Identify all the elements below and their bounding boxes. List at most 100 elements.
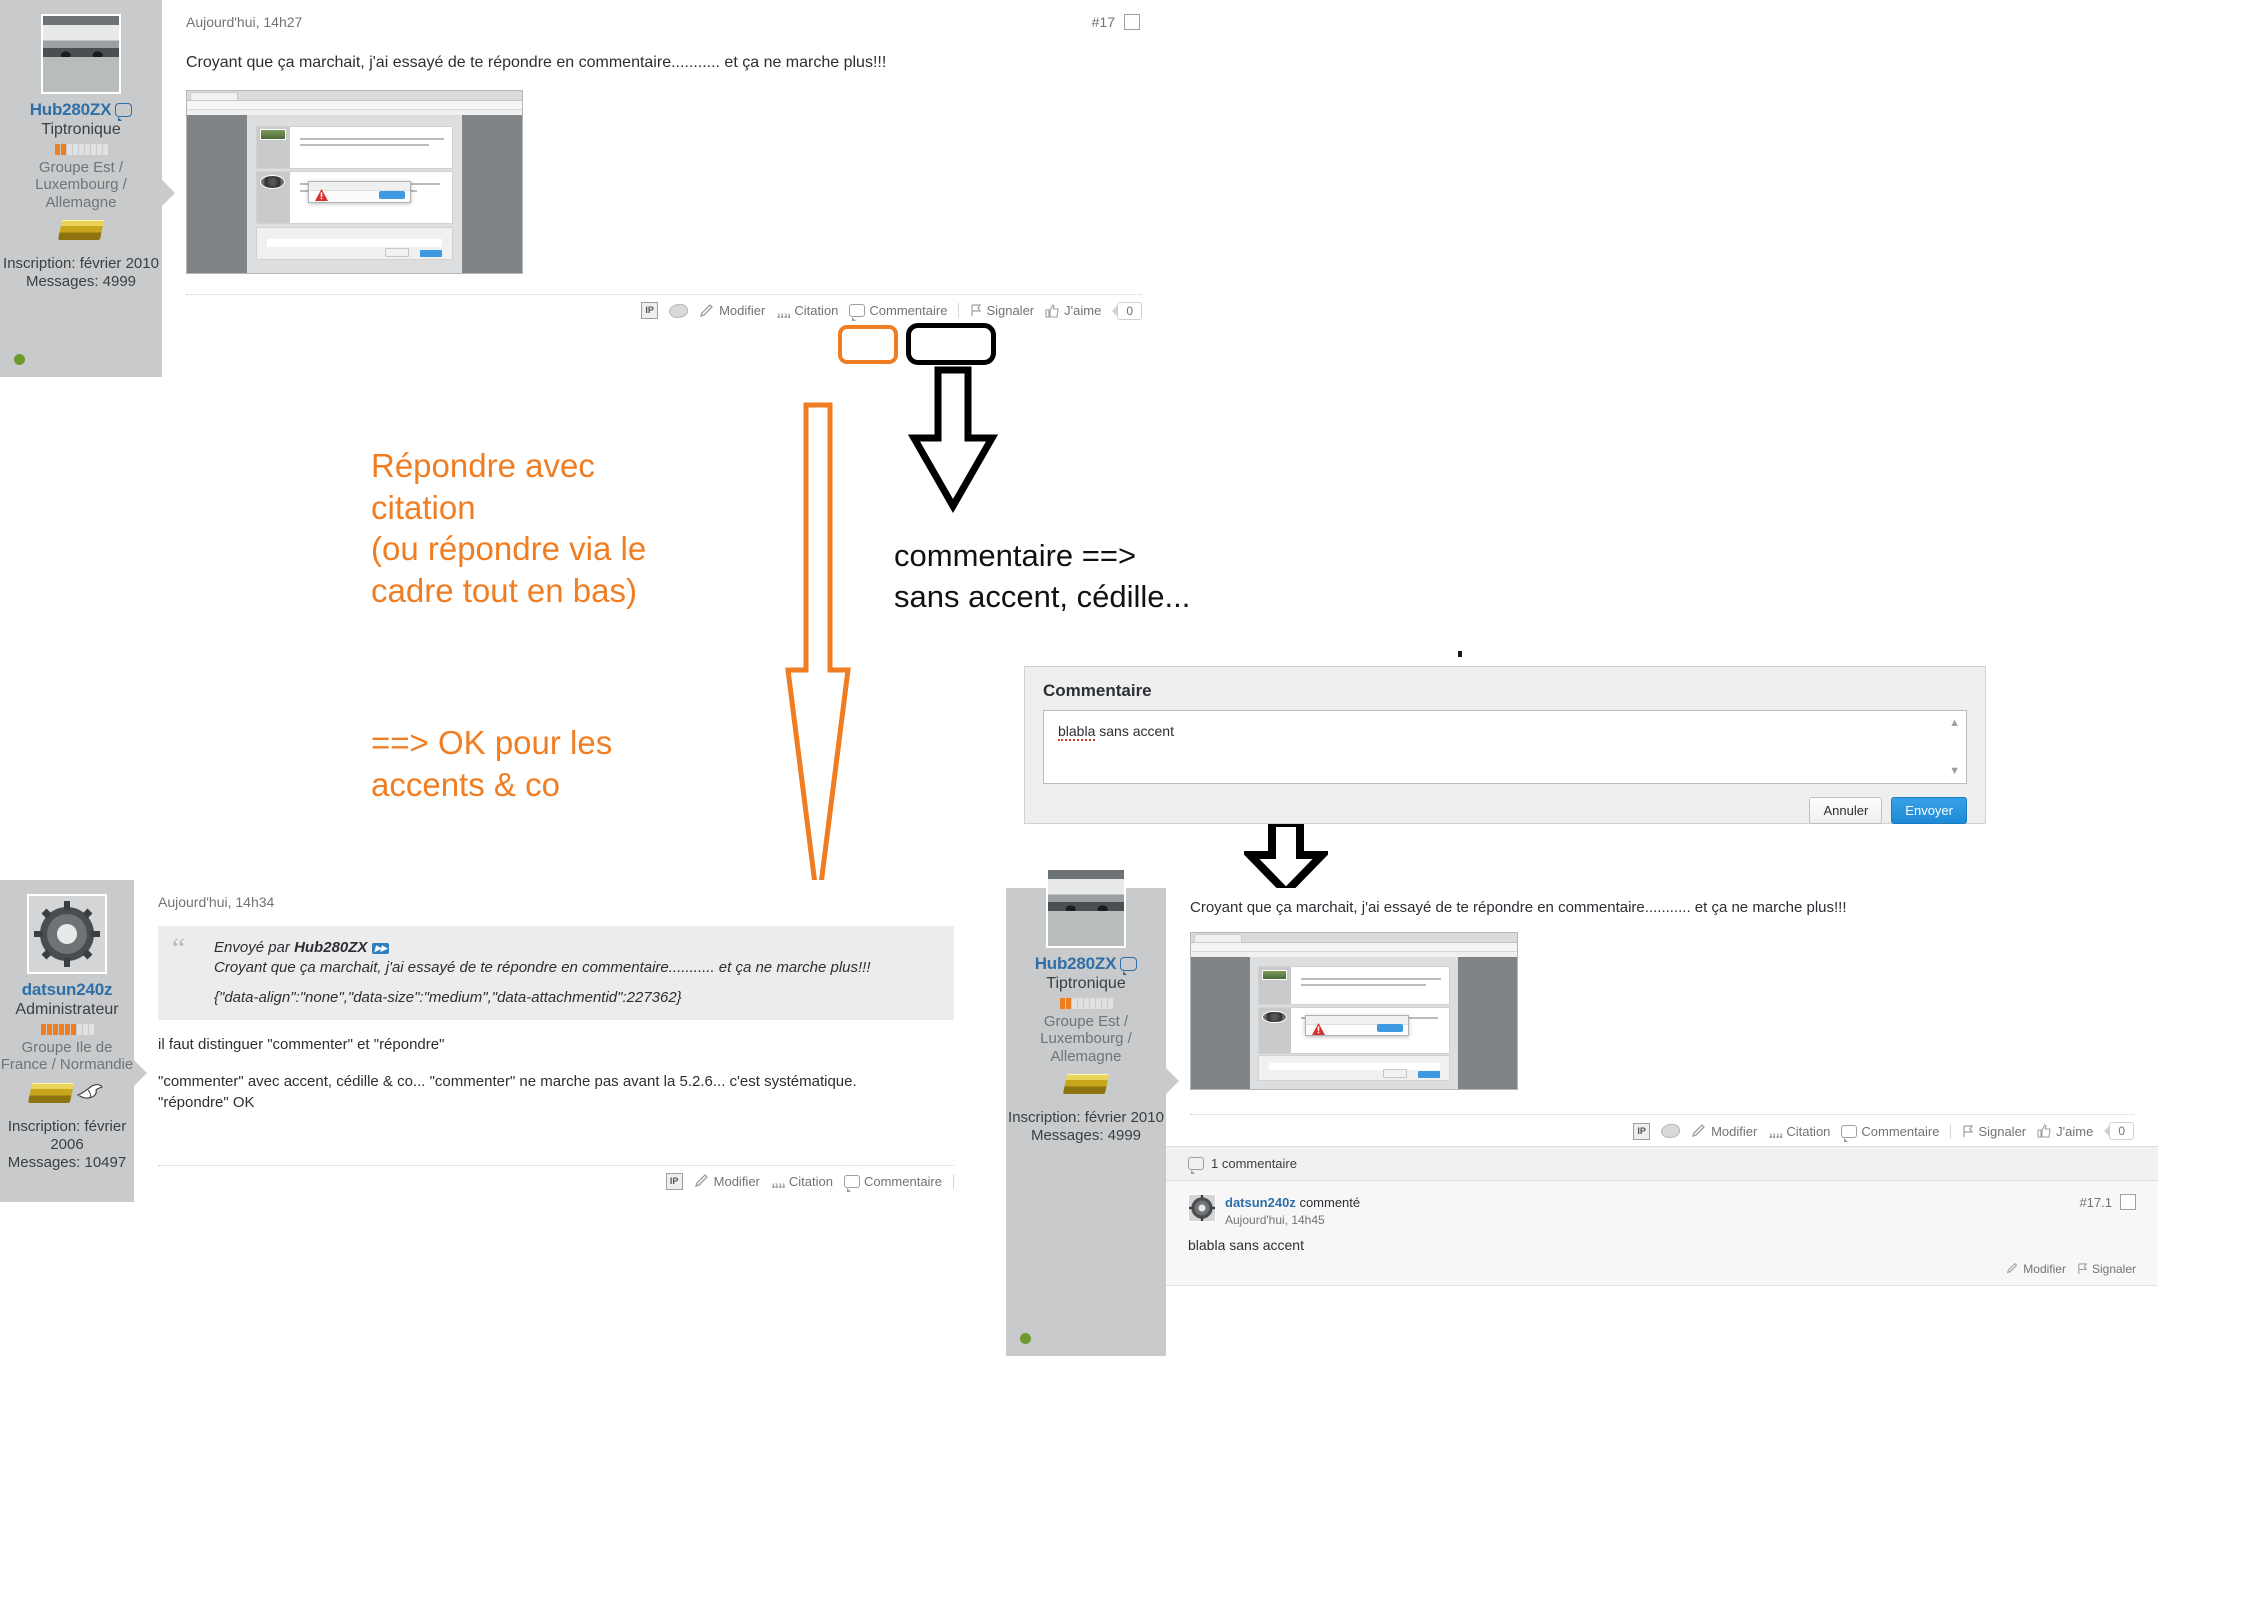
commentaire-button[interactable]: Commentaire [849, 303, 948, 322]
user-messages: Messages: 4999 [1030, 1126, 1142, 1144]
signaler-label: Signaler [986, 303, 1035, 319]
citation-label: Citation [788, 1173, 833, 1189]
black-arrow-top [908, 366, 998, 514]
tag-icon[interactable] [1659, 1122, 1682, 1141]
quote-icon: ”” [776, 302, 791, 320]
jaime-button[interactable]: J'aime [1045, 303, 1101, 318]
user-inscription: Inscription: février 2010 [1008, 1108, 1164, 1126]
stray-mark [1458, 651, 1462, 657]
comment-timestamp: Aujourd'hui, 14h45 [1225, 1212, 1325, 1227]
signaler-button[interactable]: Signaler [970, 303, 1034, 318]
user-badges [0, 215, 162, 245]
envoyer-button[interactable]: Envoyer [1891, 797, 1967, 824]
avatar[interactable] [27, 894, 107, 974]
post-bl-footer: IP Modifier ”” Citation Commentaire [158, 1164, 954, 1199]
jaime-button[interactable]: J'aime [2037, 1124, 2093, 1139]
orange-arrow-long [785, 402, 851, 909]
post-top-userinfo: Hub280ZX Tiptronique Groupe Est / Luxemb… [0, 0, 175, 377]
commentaire-button[interactable]: Commentaire [843, 1174, 942, 1192]
quote-mark-icon: “ [172, 932, 186, 965]
gear-icon [34, 901, 100, 967]
post-top: Hub280ZX Tiptronique Groupe Est / Luxemb… [0, 0, 1166, 377]
pencil-icon [700, 303, 713, 317]
comment-textarea[interactable]: blabla sans accent ▲ ▼ [1043, 710, 1967, 784]
modifier-button[interactable]: Modifier [694, 1173, 760, 1189]
comment-signaler-button[interactable]: Signaler [2077, 1262, 2136, 1276]
comment-select-checkbox[interactable] [2120, 1194, 2136, 1211]
post-br-footer: IP Modifier ”” Citation Commentaire Sign… [1190, 1114, 2134, 1146]
post-top-body: Aujourd'hui, 14h27 #17 Croyant que ça ma… [162, 0, 1166, 377]
gear-icon [1189, 1195, 1215, 1222]
message-bubble-icon[interactable] [115, 103, 133, 121]
citation-label: Citation [1786, 1123, 1831, 1139]
comment-icon [849, 304, 866, 322]
username-link[interactable]: datsun240z [22, 980, 113, 1000]
quote-author[interactable]: Hub280ZX [294, 939, 367, 956]
comment-rest-text: sans accent [1095, 723, 1174, 739]
tag-icon[interactable] [667, 301, 690, 320]
ip-icon[interactable]: IP [1633, 1122, 1651, 1140]
thumbs-up-icon [2037, 1124, 2051, 1138]
avatar[interactable] [41, 14, 121, 94]
scroll-up-icon[interactable]: ▲ [1949, 717, 1960, 729]
comment-icon [1188, 1157, 1204, 1175]
user-messages: Messages: 10497 [7, 1153, 127, 1171]
post-timestamp: Aujourd'hui, 14h27 [186, 14, 303, 30]
citation-button[interactable]: ”” Citation [776, 302, 839, 320]
textarea-scroll-arrows[interactable]: ▲ ▼ [1949, 717, 1960, 777]
annotation-citation-text: Répondre avec citation (ou répondre via … [371, 447, 647, 609]
modifier-button[interactable]: Modifier [699, 303, 765, 319]
post-br-userinfo: Hub280ZX Tiptronique Groupe Est / Luxemb… [1006, 868, 1179, 1356]
user-inscription: Inscription: février 2006 [7, 1117, 127, 1153]
goto-post-icon[interactable]: ▶▶ [371, 943, 390, 954]
citation-label: Citation [794, 303, 839, 319]
comment-text: blabla sans accent [1188, 1236, 1304, 1253]
gold-bar-icon [57, 219, 105, 240]
commentaire-button[interactable]: Commentaire [1841, 1124, 1939, 1142]
rank-bar [0, 144, 162, 155]
annuler-button[interactable]: Annuler [1809, 797, 1883, 824]
ip-icon[interactable]: IP [641, 302, 659, 320]
post-text: Croyant que ça marchait, j'ai essayé de … [186, 54, 887, 71]
post-bl-body: Aujourd'hui, 14h34 “ Envoyé par Hub280ZX… [134, 880, 978, 1202]
attachment-screenshot[interactable] [1190, 932, 1518, 1091]
user-badges [1006, 1069, 1166, 1099]
post-timestamp: Aujourd'hui, 14h34 [158, 894, 275, 910]
signaler-label: Signaler [1978, 1123, 2027, 1139]
comment-number[interactable]: #17.1 [2079, 1195, 2112, 1210]
flag-icon [1963, 1125, 1974, 1137]
comment-author-link[interactable]: datsun240z [1225, 1195, 1296, 1210]
user-group: Groupe Est / Luxembourg / Allemagne [1040, 1013, 1132, 1065]
comment-modifier-label: Modifier [2023, 1261, 2066, 1276]
comment-number-area: #17.1 [2079, 1194, 2136, 1211]
comment-avatar[interactable] [1188, 1194, 1216, 1223]
ip-icon[interactable]: IP [665, 1172, 683, 1190]
post-number-area: #17 [1092, 14, 1140, 30]
post-number[interactable]: #17 [1092, 14, 1115, 30]
citation-button[interactable]: ”” Citation [1768, 1123, 1831, 1140]
signaler-button[interactable]: Signaler [1962, 1124, 2026, 1139]
footer-divider [1950, 1123, 1952, 1139]
attachment-screenshot[interactable] [186, 89, 523, 274]
post-top-footer: IP Modifier ”” Citation Commentaire Sign… [186, 293, 1142, 329]
commentaire-label: Commentaire [869, 303, 948, 319]
comment-dialog: Commentaire blabla sans accent ▲ ▼ Annul… [1024, 666, 1986, 824]
comment-dialog-title: Commentaire [1043, 681, 1152, 700]
username-link[interactable]: Hub280ZX [1035, 954, 1117, 974]
modifier-button[interactable]: Modifier [1691, 1123, 1757, 1139]
footer-divider [953, 1173, 954, 1189]
citation-button[interactable]: ”” Citation [771, 1173, 833, 1190]
pencil-icon [2007, 1263, 2018, 1274]
pencil-icon [694, 1174, 708, 1188]
username-link[interactable]: Hub280ZX [30, 100, 112, 120]
comments-count-bar[interactable]: 1 commentaire [1166, 1146, 2158, 1182]
comments-count-label: 1 commentaire [1211, 1156, 1297, 1172]
avatar[interactable] [1046, 868, 1126, 948]
scroll-down-icon[interactable]: ▼ [1949, 765, 1960, 777]
quote-block: “ Envoyé par Hub280ZX ▶▶ Croyant que ça … [158, 926, 954, 1020]
message-bubble-icon[interactable] [1120, 957, 1138, 975]
jaime-label: J'aime [2056, 1123, 2094, 1139]
comment-modifier-button[interactable]: Modifier [2006, 1262, 2066, 1276]
post-select-checkbox[interactable] [1124, 14, 1140, 30]
online-status-dot [14, 354, 25, 365]
